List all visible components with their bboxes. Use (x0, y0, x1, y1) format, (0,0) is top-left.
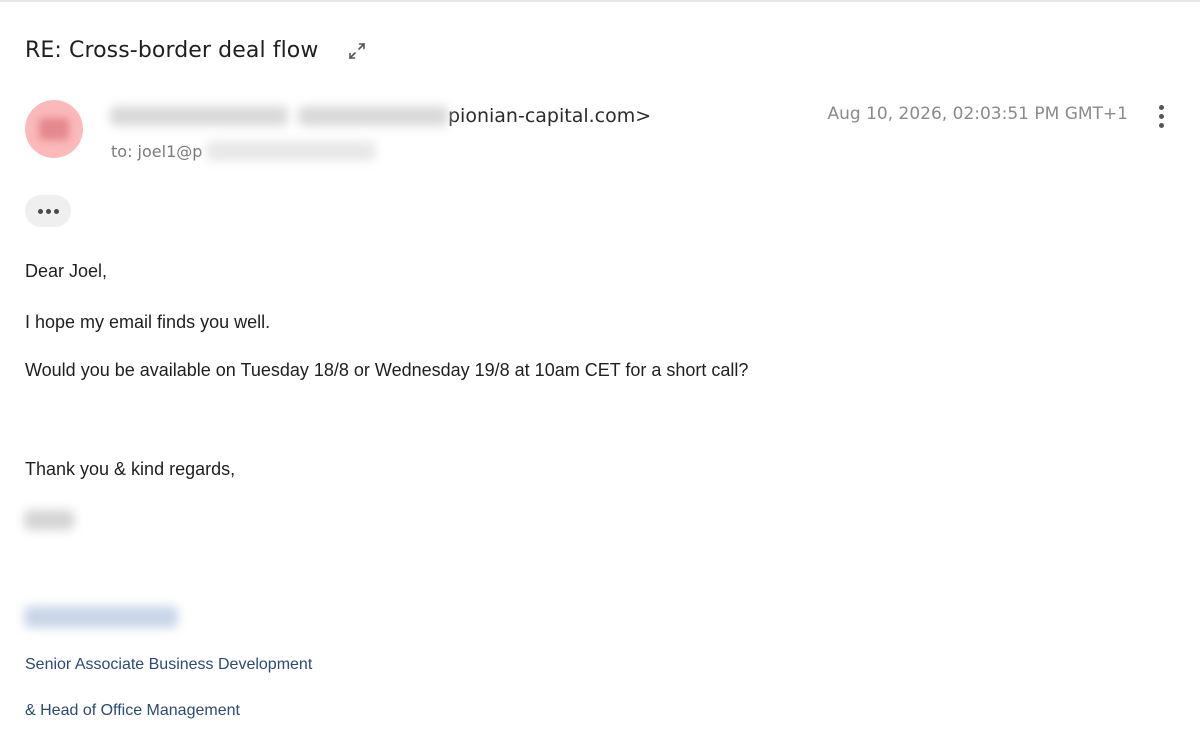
sender-line: pionian-capital.com> (110, 102, 651, 130)
signature-title-line-1: Senior Associate Business Development (25, 656, 313, 673)
sender-avatar (25, 100, 83, 158)
body-closing: Thank you & kind regards, (25, 459, 236, 479)
expand-icon[interactable] (346, 40, 368, 62)
sender-email-redacted (298, 106, 448, 126)
sender-name-redacted (110, 106, 288, 126)
show-quoted-button[interactable] (25, 195, 71, 227)
sender-email-domain[interactable]: pionian-capital.com> (448, 105, 651, 127)
signature-title-line-2: & Head of Office Management (25, 702, 240, 719)
recipient-line: to: joel1@p (111, 141, 377, 161)
recipient-redacted (206, 141, 377, 161)
vertical-dots-icon[interactable] (1151, 102, 1171, 130)
body-line-1: I hope my email finds you well. (25, 312, 271, 332)
signature-name-redacted (24, 510, 74, 530)
email-timestamp: Aug 10, 2026, 02:03:51 PM GMT+1 (827, 104, 1128, 124)
subject-row: RE: Cross-border deal flow (25, 38, 368, 63)
horizontal-dots-icon (37, 208, 43, 214)
avatar-initials-redacted (39, 118, 69, 140)
signature-fullname-redacted (24, 606, 178, 628)
email-subject: RE: Cross-border deal flow (25, 38, 319, 63)
body-greeting: Dear Joel, (25, 261, 108, 281)
recipient-label: to: joel1@p (111, 141, 203, 161)
body-line-2: Would you be available on Tuesday 18/8 o… (25, 360, 749, 380)
top-divider (0, 0, 1200, 2)
